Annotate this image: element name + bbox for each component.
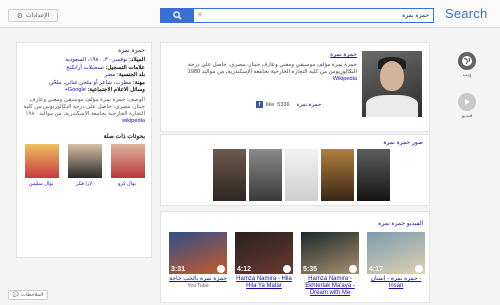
result-card-images: صور حمزة نمرة [160, 134, 430, 206]
related-list: نوال كرو لارا فكر نوال سليمن [23, 143, 145, 187]
chat-icon: 💬 [12, 292, 19, 298]
video-duration: 5:35 [303, 266, 318, 273]
image-thumb[interactable] [357, 149, 390, 201]
search-icon [173, 11, 182, 20]
knowledge-panel: حمزة نمرة الميلاد: نوفمبر ٣٠، ١٩٨٠، السع… [16, 42, 152, 258]
video-title[interactable]: Hamza Namira - Ekhterlak Ma'aya - Dream … [301, 276, 359, 297]
image-strip [213, 149, 390, 201]
play-icon [349, 265, 357, 273]
kp-description: الوصف: حمزة نمرة مؤلف موسيقي ومغني وعازف… [23, 96, 145, 124]
search-box: ✕ [160, 8, 434, 23]
result-card-main: حمزة نمرة حمزة نمرة مؤلف موسيقي ومغني وع… [160, 42, 430, 132]
related-person[interactable]: نوال كرو [109, 143, 145, 187]
top-bar: ⚙ الإعدادات ✕ Search [0, 0, 500, 28]
related-photo [25, 143, 59, 178]
image-thumb[interactable] [321, 149, 354, 201]
videos-section-label[interactable]: الفيديو حمزة نمرة [378, 220, 423, 227]
kp-source-link[interactable]: wikipedia [122, 118, 145, 124]
globe-icon [458, 52, 476, 70]
image-thumb[interactable] [285, 149, 318, 201]
video-thumb[interactable]: 3:31 [169, 232, 227, 274]
related-photo [68, 143, 102, 178]
related-photo [111, 143, 145, 178]
rail-web[interactable]: ويب [455, 52, 479, 78]
video-row: 3:31 حمزة نمرة بالحب حاجة YouTube 4:12 H… [169, 232, 425, 297]
kp-link-label[interactable]: تسجيلات أرابكنج [66, 65, 104, 71]
kp-link-social[interactable]: Google+ [65, 87, 86, 93]
related-name: نوال كرو [118, 180, 136, 187]
play-icon [458, 93, 476, 111]
related-name: لارا فكر [76, 180, 92, 187]
kp-link-born[interactable]: نوفمبر ٣٠، ١٩٨٠، السعودية [65, 57, 127, 63]
logo: Search [445, 6, 488, 21]
result-description: حمزة نمرة مؤلف موسيقي ومغني وعازف جيتار،… [187, 62, 357, 82]
video-duration: 4:12 [237, 266, 252, 273]
feedback-label: الملاحظات [21, 292, 44, 298]
play-icon [283, 265, 291, 273]
kp-title: حمزة نمرة [118, 48, 145, 54]
kp-row-profession: مهنة: مطرب، شاعر أو ملحن غنائي، ملحّن [48, 79, 145, 86]
related-person[interactable]: نوال سليمن [23, 143, 59, 187]
kp-link-profession[interactable]: مطرب، شاعر أو ملحن غنائي، ملحّن [49, 80, 131, 86]
feedback-button[interactable]: 💬 الملاحظات [8, 290, 48, 300]
related-name: نوال سليمن [28, 180, 54, 187]
rail-video[interactable]: فيديو [455, 93, 479, 119]
like-count: 5336 [277, 101, 290, 108]
video-title[interactable]: حمزة نمرة بالحب حاجة [169, 276, 227, 283]
facebook-like-row: f like 5336 حمزة نمرة [256, 101, 321, 108]
kp-row-country: بلد الجنسية: مصر [104, 72, 146, 78]
image-thumb[interactable] [249, 149, 282, 201]
images-section-label[interactable]: صور حمزة نمرة [383, 139, 423, 146]
image-thumb[interactable] [213, 149, 246, 201]
play-icon [415, 265, 423, 273]
wikipedia-link[interactable]: Wikipedia [333, 76, 357, 82]
video-item[interactable]: 4:17 حمزة نمرة - إنسان - Insan [367, 232, 425, 297]
play-icon [217, 265, 225, 273]
settings-button[interactable]: ⚙ الإعدادات [8, 9, 58, 22]
video-item[interactable]: 5:35 Hamza Namira - Ekhterlak Ma'aya - D… [301, 232, 359, 297]
like-page-link[interactable]: حمزة نمرة [297, 102, 322, 108]
video-title[interactable]: Hamza Namira - Hila Hila Ya Matar [235, 276, 293, 290]
result-text: حمزة نمرة حمزة نمرة مؤلف موسيقي ومغني وع… [173, 51, 357, 83]
kp-row-born: الميلاد: نوفمبر ٣٠، ١٩٨٠، السعودية [65, 57, 145, 63]
result-card-videos: الفيديو حمزة نمرة 3:31 حمزة نمرة بالحب ح… [160, 211, 430, 303]
search-input[interactable] [201, 9, 433, 22]
facebook-icon: f [256, 101, 263, 108]
rail-video-label: فيديو [461, 113, 473, 119]
video-thumb[interactable]: 4:17 [367, 232, 425, 274]
artist-photo[interactable] [362, 51, 422, 117]
video-item[interactable]: 3:31 حمزة نمرة بالحب حاجة YouTube [169, 232, 227, 297]
video-thumb[interactable]: 5:35 [301, 232, 359, 274]
search-button[interactable] [161, 9, 194, 22]
video-item[interactable]: 4:12 Hamza Namira - Hila Hila Ya Matar [235, 232, 293, 297]
kp-row-social: وسائل الاعلام الاجتماعية: Google+ [64, 87, 145, 93]
settings-label: الإعدادات [25, 13, 50, 19]
photo-shirt [366, 95, 418, 117]
gear-icon: ⚙ [16, 12, 23, 20]
kp-row-label: علامات التسجيل: تسجيلات أرابكنج [66, 64, 145, 71]
video-source: YouTube [187, 283, 209, 289]
kp-link-country[interactable]: مصر [105, 72, 116, 78]
video-thumb[interactable]: 4:12 [235, 232, 293, 274]
rail-web-label: ويب [462, 72, 472, 78]
video-duration: 3:31 [171, 266, 186, 273]
result-title[interactable]: حمزة نمرة [173, 51, 357, 58]
photo-face [380, 61, 404, 91]
video-title[interactable]: حمزة نمرة - إنسان - Insan [367, 276, 425, 290]
related-title: بحوثات ذات صلة [103, 133, 145, 140]
video-duration: 4:17 [369, 266, 384, 273]
related-person[interactable]: لارا فكر [66, 143, 102, 187]
like-word: like [266, 101, 275, 108]
